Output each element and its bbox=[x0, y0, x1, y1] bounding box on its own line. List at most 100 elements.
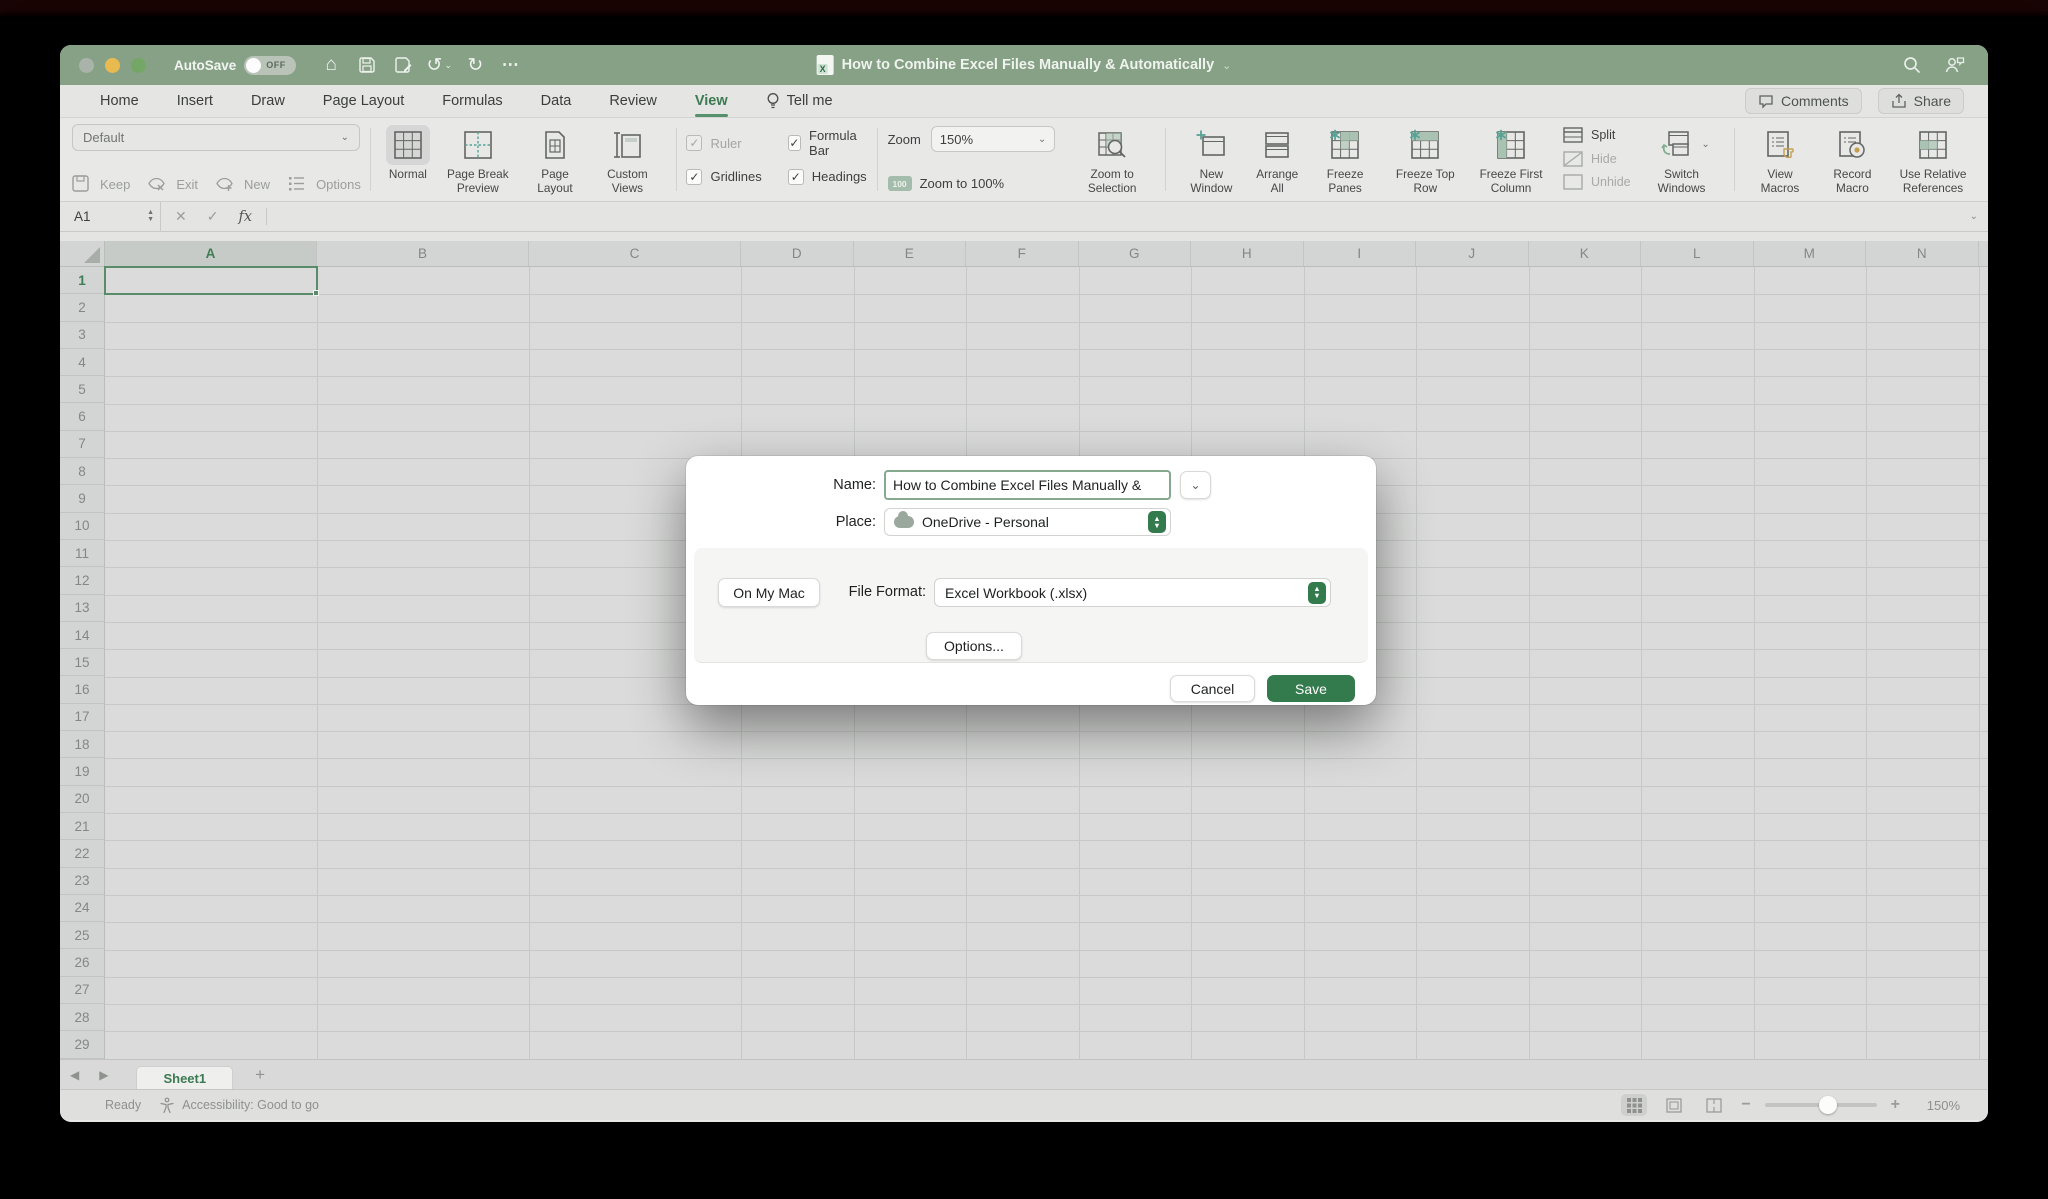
row-header-22[interactable]: 22 bbox=[60, 840, 104, 867]
ribbon-button-page-break-preview[interactable]: Page Break Preview bbox=[435, 124, 521, 199]
column-header-j[interactable]: J bbox=[1416, 241, 1529, 266]
row-header-2[interactable]: 2 bbox=[60, 294, 104, 321]
column-header-l[interactable]: L bbox=[1641, 241, 1754, 266]
column-header-m[interactable]: M bbox=[1754, 241, 1867, 266]
ribbon-button-hide[interactable]: Hide bbox=[1562, 150, 1631, 168]
tab-formulas[interactable]: Formulas bbox=[442, 93, 502, 109]
ribbon-button-split[interactable]: Split bbox=[1562, 126, 1631, 144]
row-header-5[interactable]: 5 bbox=[60, 376, 104, 403]
column-header-e[interactable]: E bbox=[854, 241, 967, 266]
filename-input[interactable] bbox=[884, 470, 1171, 500]
row-header-14[interactable]: 14 bbox=[60, 622, 104, 649]
save-icon[interactable] bbox=[356, 54, 378, 76]
ribbon-button-normal[interactable]: Normal bbox=[381, 124, 435, 199]
page-layout-view-icon[interactable] bbox=[1661, 1094, 1687, 1116]
ribbon-button-switch-windows[interactable]: ⌄Switch Windows bbox=[1639, 124, 1725, 199]
row-header-7[interactable]: 7 bbox=[60, 431, 104, 458]
ribbon-button-freeze-panes[interactable]: Freeze Panes bbox=[1308, 124, 1383, 199]
selected-cell-a1[interactable] bbox=[104, 266, 318, 295]
tab-review[interactable]: Review bbox=[609, 93, 657, 109]
tab-data[interactable]: Data bbox=[541, 93, 572, 109]
row-header-10[interactable]: 10 bbox=[60, 513, 104, 540]
checkbox-formula-bar[interactable]: ✓Formula Bar bbox=[788, 128, 867, 158]
row-header-8[interactable]: 8 bbox=[60, 458, 104, 485]
people-feedback-icon[interactable] bbox=[1944, 55, 1966, 75]
row-header-12[interactable]: 12 bbox=[60, 567, 104, 594]
zoom-button[interactable] bbox=[131, 58, 146, 73]
ribbon-button-new-window[interactable]: New Window bbox=[1176, 124, 1247, 199]
row-header-15[interactable]: 15 bbox=[60, 649, 104, 676]
row-header-24[interactable]: 24 bbox=[60, 895, 104, 922]
tab-insert[interactable]: Insert bbox=[177, 93, 213, 109]
tab-page-layout[interactable]: Page Layout bbox=[323, 93, 404, 109]
ribbon-button-view-macros[interactable]: View Macros bbox=[1745, 124, 1814, 199]
options-button[interactable]: Options... bbox=[926, 632, 1022, 660]
on-my-mac-button[interactable]: On My Mac bbox=[718, 578, 820, 607]
exit-button[interactable]: Exit bbox=[148, 175, 198, 193]
zoom-to-100-button[interactable]: 100Zoom to 100% bbox=[888, 176, 1056, 191]
ribbon-button-page-layout[interactable]: Page Layout bbox=[521, 124, 589, 199]
zoom-out-icon[interactable]: − bbox=[1741, 1096, 1750, 1114]
tab-draw[interactable]: Draw bbox=[251, 93, 285, 109]
row-header-25[interactable]: 25 bbox=[60, 922, 104, 949]
row-header-1[interactable]: 1 bbox=[60, 267, 104, 294]
column-header-h[interactable]: H bbox=[1191, 241, 1304, 266]
confirm-entry-icon[interactable]: ✓ bbox=[207, 208, 219, 225]
sheet-tab-sheet1[interactable]: Sheet1 bbox=[136, 1066, 233, 1090]
ribbon-button-record-macro[interactable]: Record Macro bbox=[1815, 124, 1890, 199]
expand-save-dialog-button[interactable]: ⌄ bbox=[1180, 471, 1211, 499]
close-button[interactable] bbox=[79, 58, 94, 73]
column-header-i[interactable]: I bbox=[1304, 241, 1417, 266]
search-icon[interactable] bbox=[1902, 55, 1922, 75]
ribbon-button-arrange-all[interactable]: Arrange All bbox=[1247, 124, 1308, 199]
checkbox-gridlines[interactable]: ✓Gridlines bbox=[686, 162, 761, 191]
row-header-17[interactable]: 17 bbox=[60, 704, 104, 731]
fill-handle[interactable] bbox=[313, 290, 319, 296]
minimize-button[interactable] bbox=[105, 58, 120, 73]
row-headers[interactable]: 1234567891011121314151617181920212223242… bbox=[60, 267, 105, 1059]
row-header-23[interactable]: 23 bbox=[60, 868, 104, 895]
zoom-level-select[interactable]: 150%⌄ bbox=[931, 126, 1055, 152]
column-header-c[interactable]: C bbox=[529, 241, 741, 266]
autosave-toggle[interactable]: OFF bbox=[244, 56, 296, 75]
select-all-corner[interactable] bbox=[60, 241, 105, 266]
keep-button[interactable]: Keep bbox=[72, 175, 130, 193]
share-button[interactable]: Share bbox=[1878, 88, 1964, 114]
tab-tell-me[interactable]: Tell me bbox=[766, 92, 833, 110]
row-header-19[interactable]: 19 bbox=[60, 758, 104, 785]
save-as-icon[interactable] bbox=[392, 54, 414, 76]
zoom-slider[interactable] bbox=[1765, 1103, 1877, 1107]
normal-view-icon[interactable] bbox=[1621, 1094, 1647, 1116]
cancel-entry-icon[interactable]: ✕ bbox=[175, 208, 187, 225]
new-button[interactable]: New bbox=[216, 175, 270, 193]
checkbox-headings[interactable]: ✓Headings bbox=[788, 162, 867, 191]
ribbon-button-freeze-first-column[interactable]: Freeze First Column bbox=[1468, 124, 1554, 199]
more-commands-icon[interactable]: ⋯ bbox=[500, 54, 522, 76]
column-header-a[interactable]: A bbox=[105, 241, 317, 266]
tab-home[interactable]: Home bbox=[100, 93, 139, 109]
row-header-9[interactable]: 9 bbox=[60, 485, 104, 512]
row-header-29[interactable]: 29 bbox=[60, 1031, 104, 1058]
checkbox-ruler[interactable]: ✓Ruler bbox=[686, 128, 761, 158]
row-header-16[interactable]: 16 bbox=[60, 676, 104, 703]
save-button[interactable]: Save bbox=[1267, 675, 1355, 702]
row-header-6[interactable]: 6 bbox=[60, 403, 104, 430]
row-header-20[interactable]: 20 bbox=[60, 786, 104, 813]
zoom-in-icon[interactable]: + bbox=[1891, 1096, 1900, 1114]
row-header-11[interactable]: 11 bbox=[60, 540, 104, 567]
row-header-18[interactable]: 18 bbox=[60, 731, 104, 758]
column-header-g[interactable]: G bbox=[1079, 241, 1192, 266]
file-format-dropdown[interactable]: Excel Workbook (.xlsx) ▲▼ bbox=[934, 578, 1331, 607]
tab-view[interactable]: View bbox=[695, 93, 728, 109]
row-header-21[interactable]: 21 bbox=[60, 813, 104, 840]
zoom-slider-knob[interactable] bbox=[1819, 1096, 1837, 1114]
prev-sheet-icon[interactable]: ◀ bbox=[60, 1068, 89, 1082]
place-dropdown[interactable]: OneDrive - Personal ▲▼ bbox=[884, 508, 1171, 536]
ribbon-button-unhide[interactable]: Unhide bbox=[1562, 173, 1631, 191]
comments-button[interactable]: Comments bbox=[1745, 88, 1862, 114]
column-header-f[interactable]: F bbox=[966, 241, 1079, 266]
insert-function-icon[interactable]: fx bbox=[238, 209, 252, 225]
column-header-n[interactable]: N bbox=[1866, 241, 1979, 266]
column-header-b[interactable]: B bbox=[317, 241, 529, 266]
ribbon-button-freeze-top-row[interactable]: Freeze Top Row bbox=[1383, 124, 1469, 199]
